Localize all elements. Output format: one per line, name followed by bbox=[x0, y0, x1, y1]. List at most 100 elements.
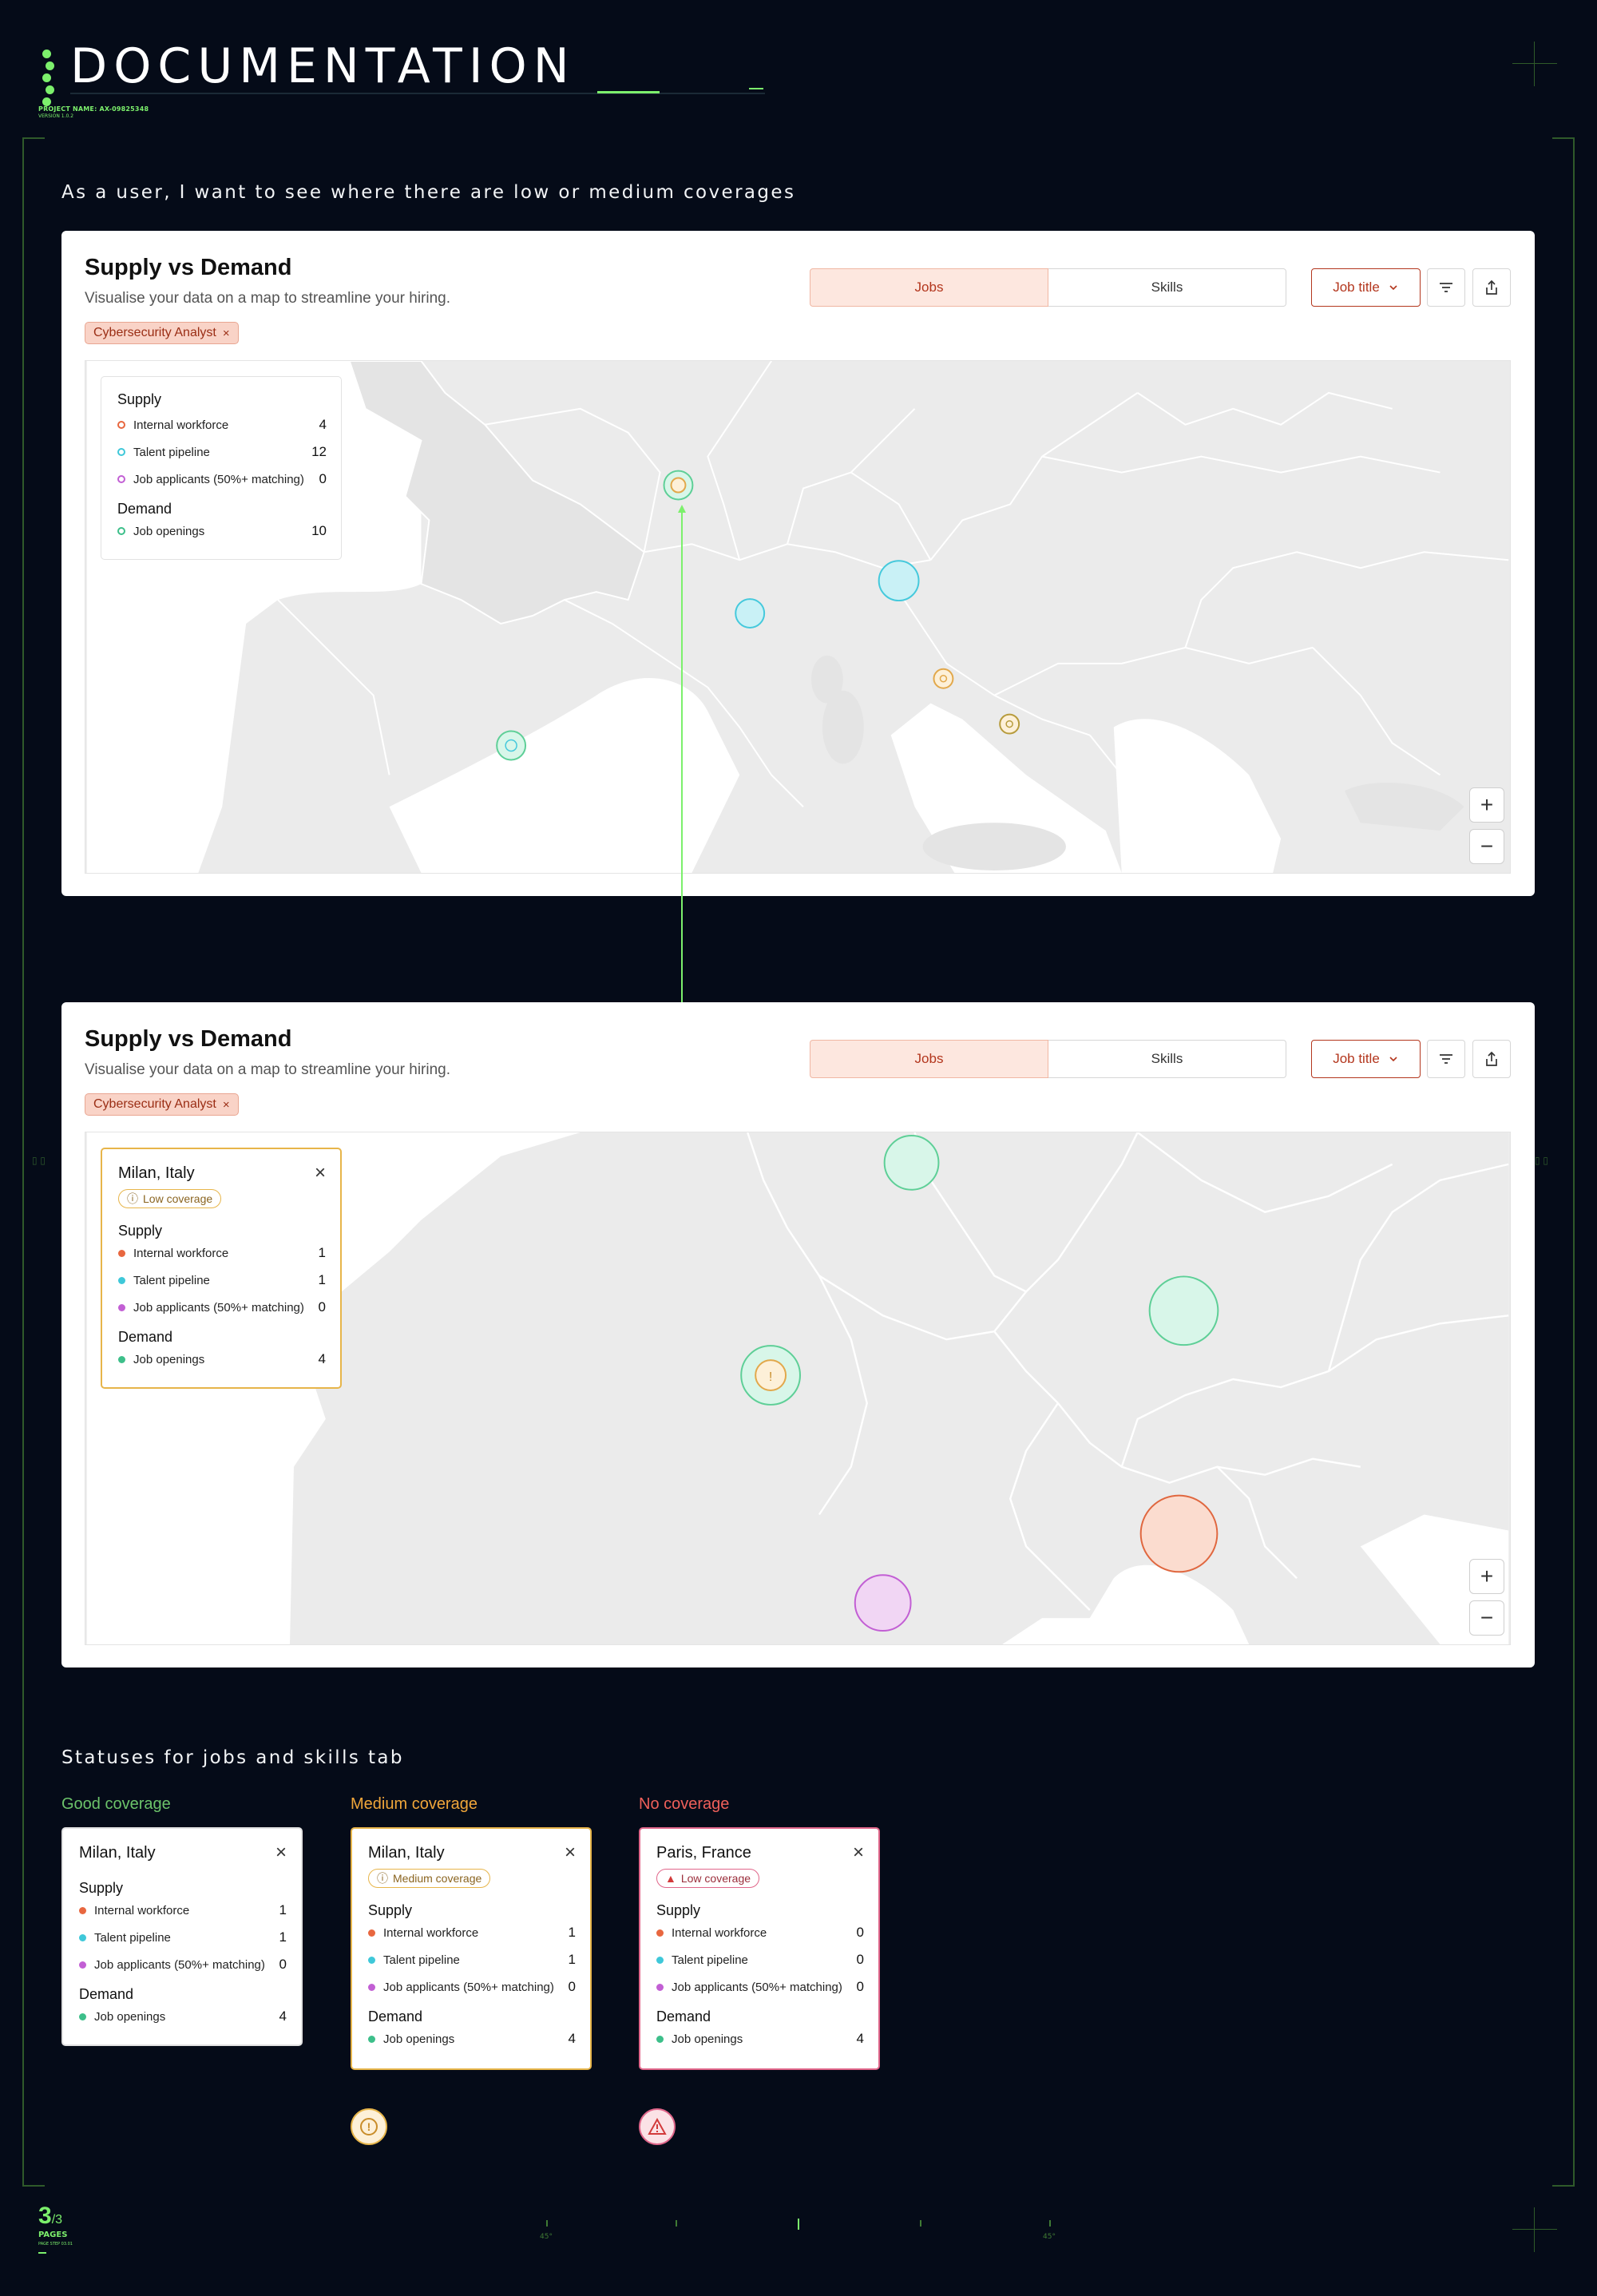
zoom-in-button[interactable]: + bbox=[1469, 1559, 1504, 1594]
pages-sublabel: PAGE STEP 03.01 bbox=[38, 2242, 73, 2246]
tab-jobs[interactable]: Jobs bbox=[810, 268, 1048, 307]
panel-subtitle: Visualise your data on a map to streamli… bbox=[85, 290, 451, 307]
row-value: 0 bbox=[856, 1952, 864, 1967]
legend-row: Internal workforce 4 bbox=[117, 411, 327, 438]
export-button[interactable] bbox=[1472, 268, 1511, 307]
row-label: Job applicants (50%+ matching) bbox=[94, 1957, 265, 1972]
legend-label: Job applicants (50%+ matching) bbox=[133, 472, 304, 486]
row-value: 1 bbox=[568, 1952, 576, 1967]
tab-jobs[interactable]: Jobs bbox=[810, 1040, 1048, 1078]
row-value: 4 bbox=[856, 2031, 864, 2046]
row-value: 0 bbox=[568, 1979, 576, 1994]
status-card-good: Milan, Italy × Supply Internal workforce… bbox=[61, 1827, 303, 2046]
legend-label: Internal workforce bbox=[133, 418, 229, 432]
pipeline-dot-icon bbox=[656, 1956, 664, 1964]
location-title: Milan, Italy bbox=[368, 1843, 445, 1862]
demand-row: Job openings 4 bbox=[118, 1346, 326, 1373]
svg-text:!: ! bbox=[769, 1370, 772, 1384]
dropdown-label: Job title bbox=[1333, 1051, 1380, 1066]
location-title: Paris, France bbox=[656, 1843, 751, 1862]
legend-pipeline-icon bbox=[117, 448, 125, 456]
zoom-out-button[interactable]: − bbox=[1469, 1600, 1504, 1636]
ruler-tick bbox=[676, 2220, 677, 2227]
filter-chip[interactable]: Cybersecurity Analyst × bbox=[85, 1093, 239, 1116]
filter-chip[interactable]: Cybersecurity Analyst × bbox=[85, 322, 239, 344]
coverage-badge-label: Medium coverage bbox=[393, 1872, 482, 1885]
export-button[interactable] bbox=[1472, 1040, 1511, 1078]
row-value: 1 bbox=[279, 1929, 287, 1945]
close-icon[interactable]: × bbox=[315, 1164, 326, 1183]
side-marker-icon: ▯ ▯ bbox=[1535, 1155, 1549, 1166]
status-label-good: Good coverage bbox=[61, 1795, 171, 1813]
legend-value: 12 bbox=[311, 444, 327, 459]
supply-row: Internal workforce 1 bbox=[118, 1239, 326, 1267]
supply-demand-panel: Supply vs Demand Visualise your data on … bbox=[61, 231, 1535, 896]
row-value: 0 bbox=[856, 1979, 864, 1994]
pages-label: PAGES bbox=[38, 2231, 68, 2239]
openings-dot-icon bbox=[656, 2035, 664, 2043]
row-label: Talent pipeline bbox=[383, 1953, 460, 1967]
row-label: Job applicants (50%+ matching) bbox=[133, 1300, 304, 1315]
tab-skills[interactable]: Skills bbox=[1048, 1040, 1286, 1078]
tab-skills[interactable]: Skills bbox=[1048, 268, 1286, 307]
row-label: Job openings bbox=[94, 2009, 166, 2024]
project-version: VERSION 1.0.2 bbox=[38, 113, 74, 119]
filter-button[interactable] bbox=[1427, 268, 1465, 307]
filter-button[interactable] bbox=[1427, 1040, 1465, 1078]
supply-row: Job applicants (50%+ matching) 0 bbox=[118, 1294, 326, 1321]
chip-label: Cybersecurity Analyst bbox=[93, 1097, 216, 1111]
row-label: Job openings bbox=[672, 2032, 743, 2046]
row-label: Job openings bbox=[133, 1352, 205, 1366]
supply-row: Talent pipeline 1 bbox=[368, 1946, 576, 1973]
supply-row: Internal workforce 1 bbox=[79, 1897, 287, 1924]
coverage-badge: ⓘ Low coverage bbox=[118, 1189, 222, 1208]
legend-value: 4 bbox=[319, 417, 327, 432]
openings-dot-icon bbox=[118, 1355, 125, 1363]
row-value: 0 bbox=[318, 1299, 326, 1315]
frame-corner bbox=[1552, 2185, 1575, 2187]
job-title-dropdown[interactable]: Job title bbox=[1311, 1040, 1421, 1078]
coverage-badge: ▲ Low coverage bbox=[656, 1869, 760, 1888]
zoom-out-button[interactable]: − bbox=[1469, 829, 1504, 864]
job-title-dropdown[interactable]: Job title bbox=[1311, 268, 1421, 307]
demand-heading: Demand bbox=[79, 1986, 134, 2002]
close-icon[interactable]: × bbox=[275, 1843, 287, 1862]
section-heading-coverage: As a user, I want to see where there are… bbox=[61, 182, 796, 203]
row-value: 1 bbox=[318, 1245, 326, 1260]
row-label: Internal workforce bbox=[383, 1925, 479, 1940]
chip-close-icon[interactable]: × bbox=[223, 1098, 230, 1112]
legend-applicants-icon bbox=[117, 475, 125, 483]
legend-value: 0 bbox=[319, 471, 327, 486]
page-number: 3/3 bbox=[38, 2203, 62, 2230]
ruler-angle-label: 45° bbox=[1043, 2233, 1056, 2241]
chip-label: Cybersecurity Analyst bbox=[93, 326, 216, 339]
close-icon[interactable]: × bbox=[853, 1843, 864, 1862]
status-card-none: Paris, France × ▲ Low coverage Supply In… bbox=[639, 1827, 880, 2070]
legend-row: Job applicants (50%+ matching) 0 bbox=[117, 466, 327, 493]
demand-heading: Demand bbox=[368, 2009, 423, 2024]
brand-logo-icon bbox=[38, 50, 56, 109]
map-view-france-zoomed[interactable]: ! Milan, Italy × ⓘ Low coverage Supply I… bbox=[85, 1132, 1511, 1645]
supply-row: Talent pipeline 1 bbox=[79, 1924, 287, 1951]
applicants-dot-icon bbox=[368, 1983, 375, 1991]
chip-close-icon[interactable]: × bbox=[223, 327, 230, 340]
ruler-tick bbox=[920, 2220, 921, 2227]
header-tick bbox=[749, 88, 763, 91]
internal-dot-icon bbox=[656, 1929, 664, 1937]
frame-corner bbox=[22, 137, 45, 139]
section-heading-statuses: Statuses for jobs and skills tab bbox=[61, 1747, 404, 1768]
crosshair-icon bbox=[1512, 2207, 1557, 2252]
frame-right-line bbox=[1573, 137, 1575, 2186]
filter-icon bbox=[1440, 1054, 1452, 1064]
pipeline-dot-icon bbox=[118, 1276, 125, 1284]
supply-heading: Supply bbox=[368, 1902, 413, 1918]
header-divider bbox=[70, 93, 765, 94]
zoom-in-button[interactable]: + bbox=[1469, 787, 1504, 823]
row-label: Job applicants (50%+ matching) bbox=[672, 1980, 842, 1994]
openings-dot-icon bbox=[79, 2012, 86, 2020]
close-icon[interactable]: × bbox=[565, 1843, 576, 1862]
supply-heading: Supply bbox=[656, 1902, 701, 1918]
map-legend: Supply Internal workforce 4 Talent pipel… bbox=[101, 376, 342, 560]
map-view-europe[interactable]: Supply Internal workforce 4 Talent pipel… bbox=[85, 360, 1511, 874]
frame-left-line bbox=[22, 137, 24, 2186]
